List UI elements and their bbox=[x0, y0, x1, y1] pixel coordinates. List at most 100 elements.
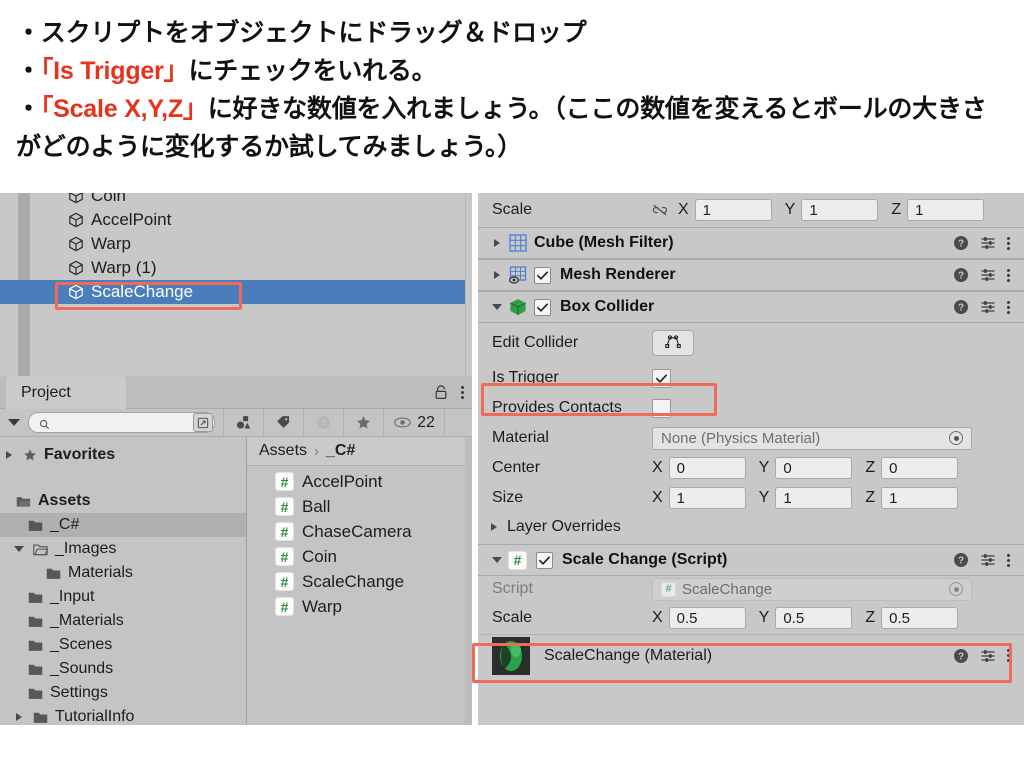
hierarchy-item-coin[interactable]: Coin bbox=[30, 193, 465, 208]
transform-scale-x-input[interactable]: 1 bbox=[694, 199, 772, 221]
foldout-right-icon[interactable] bbox=[486, 239, 508, 247]
script-scale-y-input[interactable]: 0.5 bbox=[775, 607, 853, 629]
tree-item-materials[interactable]: _Materials bbox=[0, 609, 246, 633]
tree-item-assets[interactable]: Assets bbox=[0, 489, 246, 513]
asset-item-scalechange[interactable]: # ScaleChange bbox=[275, 569, 472, 594]
visibility-count[interactable]: 22 bbox=[383, 408, 445, 437]
tab-project[interactable]: Project bbox=[6, 376, 126, 409]
tree-item-tutorialinfo[interactable]: TutorialInfo bbox=[0, 705, 246, 725]
cube-icon bbox=[68, 236, 84, 252]
component-header-box-collider[interactable]: Box Collider ? bbox=[478, 291, 1024, 323]
broken-link-icon[interactable] bbox=[652, 203, 668, 217]
asset-type-filter-icon[interactable] bbox=[223, 408, 263, 437]
preset-icon[interactable] bbox=[980, 299, 996, 315]
edit-collider-label: Edit Collider bbox=[492, 334, 579, 351]
favorite-filter-icon[interactable] bbox=[343, 408, 383, 437]
component-enabled-checkbox[interactable] bbox=[534, 266, 551, 284]
search-icon bbox=[39, 417, 50, 430]
collider-center-z-input[interactable]: 0 bbox=[881, 457, 959, 479]
project-panel: Project 22 Favorites Assets _C# _Images … bbox=[0, 376, 472, 725]
component-enabled-checkbox[interactable] bbox=[536, 551, 553, 569]
search-text-field[interactable] bbox=[50, 415, 180, 430]
kebab-menu-icon[interactable] bbox=[1007, 236, 1010, 250]
kebab-menu-icon[interactable] bbox=[1007, 300, 1010, 314]
foldout-down-icon[interactable] bbox=[486, 304, 508, 310]
tree-item-input[interactable]: _Input bbox=[0, 585, 246, 609]
preset-icon[interactable] bbox=[980, 235, 996, 251]
kebab-menu-icon[interactable] bbox=[1007, 553, 1010, 567]
folder-open-icon bbox=[16, 495, 31, 508]
box-collider-icon bbox=[508, 297, 528, 317]
layer-overrides-foldout[interactable]: Layer Overrides bbox=[478, 513, 1024, 541]
hierarchy-item-warp-1[interactable]: Warp (1) bbox=[30, 256, 465, 280]
tree-item-favorites[interactable]: Favorites bbox=[0, 443, 246, 467]
tree-item-sounds[interactable]: _Sounds bbox=[0, 657, 246, 681]
kebab-menu-icon[interactable] bbox=[1007, 268, 1010, 282]
collider-size-x-input[interactable]: 1 bbox=[668, 487, 746, 509]
warning-filter-icon[interactable] bbox=[303, 408, 343, 437]
asset-list: # AccelPoint # Ball # ChaseCamera # Coin… bbox=[247, 466, 472, 619]
preset-icon[interactable] bbox=[980, 552, 996, 568]
tree-item-settings[interactable]: Settings bbox=[0, 681, 246, 705]
favorites-star-icon bbox=[23, 448, 37, 462]
collider-center-y-input[interactable]: 0 bbox=[775, 457, 853, 479]
asset-item-ball[interactable]: # Ball bbox=[275, 494, 472, 519]
script-scale-row: Scale X 0.5 Y 0.5 Z 0.5 bbox=[478, 602, 1024, 634]
hierarchy-item-accelpoint[interactable]: AccelPoint bbox=[30, 208, 465, 232]
kebab-menu-icon[interactable] bbox=[461, 386, 464, 399]
object-picker-icon[interactable] bbox=[949, 431, 963, 445]
hierarchy-right-edge bbox=[465, 193, 472, 376]
hierarchy-item-warp[interactable]: Warp bbox=[30, 232, 465, 256]
physics-material-object-field[interactable]: None (Physics Material) bbox=[652, 426, 972, 450]
asset-item-accelpoint[interactable]: # AccelPoint bbox=[275, 469, 472, 494]
search-input[interactable] bbox=[28, 412, 215, 433]
script-scale-x-input[interactable]: 0.5 bbox=[668, 607, 746, 629]
asset-browser-scrollbar[interactable] bbox=[465, 437, 472, 725]
preset-icon[interactable] bbox=[980, 267, 996, 283]
help-icon[interactable]: ? bbox=[953, 552, 969, 568]
help-icon[interactable]: ? bbox=[953, 267, 969, 283]
provides-contacts-checkbox[interactable] bbox=[652, 398, 671, 418]
collider-size-y-input[interactable]: 1 bbox=[775, 487, 853, 509]
transform-scale-y-input[interactable]: 1 bbox=[801, 199, 879, 221]
csharp-script-icon: # bbox=[275, 522, 294, 541]
lock-icon[interactable] bbox=[434, 385, 448, 400]
twisty-right-icon[interactable] bbox=[2, 451, 16, 459]
twisty-down-icon[interactable] bbox=[12, 546, 26, 552]
help-icon[interactable]: ? bbox=[953, 648, 969, 664]
preset-icon[interactable] bbox=[980, 648, 996, 664]
component-header-mesh-renderer[interactable]: Mesh Renderer ? bbox=[478, 259, 1024, 291]
asset-item-coin[interactable]: # Coin bbox=[275, 544, 472, 569]
component-header-scale-change-script[interactable]: # Scale Change (Script) ? bbox=[478, 544, 1024, 576]
twisty-right-icon[interactable] bbox=[12, 713, 26, 721]
kebab-menu-icon[interactable] bbox=[1007, 649, 1010, 662]
foldout-right-icon[interactable] bbox=[487, 523, 501, 531]
tree-item-label: TutorialInfo bbox=[55, 708, 135, 725]
help-icon[interactable]: ? bbox=[953, 235, 969, 251]
tree-item-materials-sub[interactable]: Materials bbox=[0, 561, 246, 585]
script-scale-z-input[interactable]: 0.5 bbox=[881, 607, 959, 629]
expand-search-icon[interactable] bbox=[193, 413, 213, 432]
hierarchy-item-scalechange[interactable]: ScaleChange bbox=[0, 280, 465, 304]
help-icon[interactable]: ? bbox=[953, 299, 969, 315]
foldout-down-icon[interactable] bbox=[486, 557, 508, 563]
breadcrumb-root[interactable]: Assets bbox=[259, 442, 307, 460]
collider-size-z-input[interactable]: 1 bbox=[881, 487, 959, 509]
asset-item-chasecamera[interactable]: # ChaseCamera bbox=[275, 519, 472, 544]
asset-item-warp[interactable]: # Warp bbox=[275, 594, 472, 619]
folder-icon bbox=[28, 591, 43, 604]
component-header-mesh-filter[interactable]: Cube (Mesh Filter) ? bbox=[478, 227, 1024, 259]
label-filter-icon[interactable] bbox=[263, 408, 303, 437]
collider-center-x-input[interactable]: 0 bbox=[668, 457, 746, 479]
tree-item-csharp-folder[interactable]: _C# bbox=[0, 513, 246, 537]
tree-item-images[interactable]: _Images bbox=[0, 537, 246, 561]
component-enabled-checkbox[interactable] bbox=[534, 298, 551, 316]
edit-collider-button[interactable] bbox=[652, 330, 694, 356]
is-trigger-checkbox[interactable] bbox=[652, 368, 671, 388]
tree-item-scenes[interactable]: _Scenes bbox=[0, 633, 246, 657]
transform-scale-z-input[interactable]: 1 bbox=[907, 199, 985, 221]
inspector-panel: Scale X 1 Y 1 Z 1 Cube (Mesh Filter) ? M… bbox=[478, 193, 1024, 725]
foldout-right-icon[interactable] bbox=[486, 271, 508, 279]
component-header-scalechange-material[interactable]: ScaleChange (Material) ? bbox=[478, 634, 1024, 676]
project-menu-caret-icon[interactable] bbox=[0, 419, 28, 426]
